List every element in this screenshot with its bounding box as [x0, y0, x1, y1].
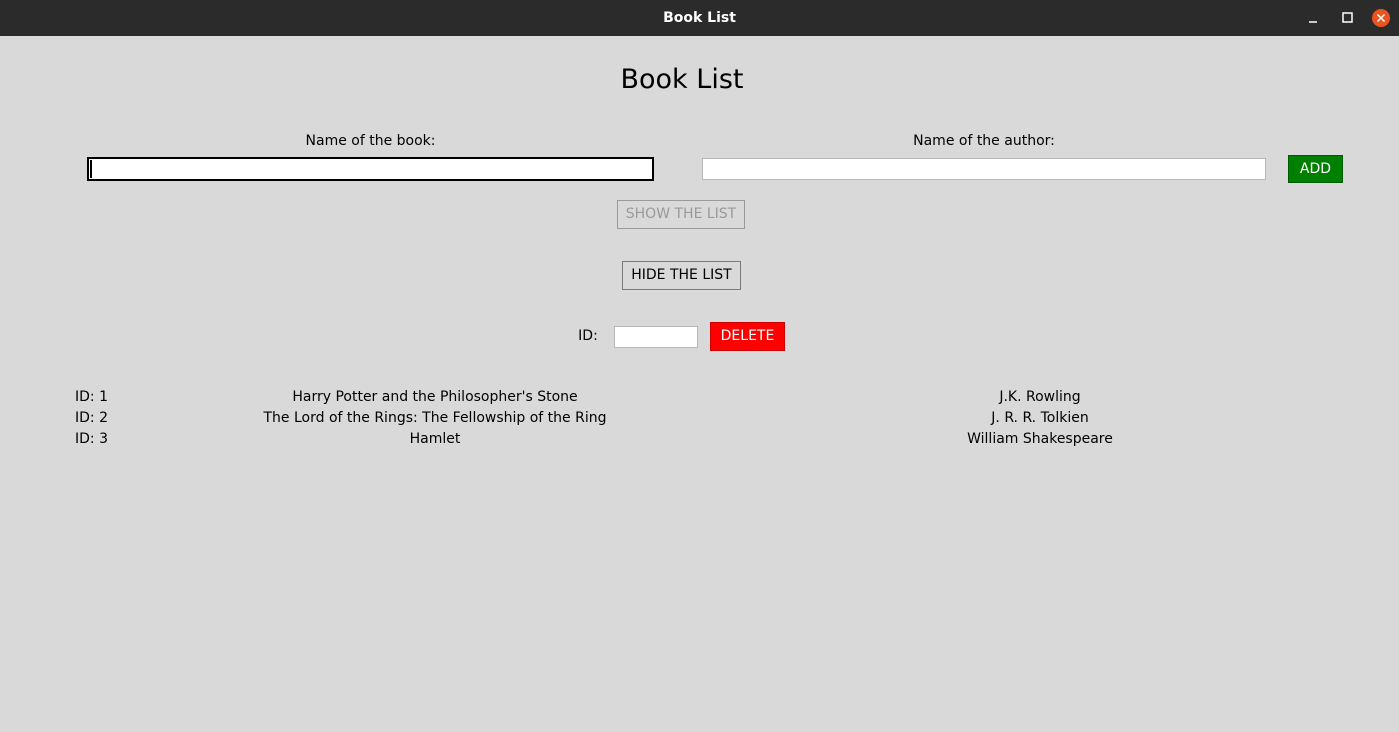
maximize-icon — [1342, 12, 1353, 23]
app-window: Book List Book List Name of the book: Na… — [0, 0, 1399, 732]
id-label: ID: — [578, 328, 598, 344]
hide-list-button[interactable]: HIDE THE LIST — [622, 261, 741, 290]
close-button[interactable] — [1370, 7, 1392, 29]
book-id: ID: 1 — [75, 389, 108, 405]
title-bar[interactable]: Book List — [0, 0, 1399, 36]
text-cursor — [90, 160, 92, 178]
book-title: The Lord of the Rings: The Fellowship of… — [263, 410, 607, 426]
author-name-input[interactable] — [702, 158, 1266, 180]
page-title: Book List — [620, 64, 744, 95]
book-author: J. R. R. Tolkien — [991, 410, 1089, 426]
author-name-label: Name of the author: — [913, 133, 1055, 149]
delete-button[interactable]: DELETE — [710, 322, 785, 351]
show-list-button[interactable]: SHOW THE LIST — [617, 200, 745, 229]
window-title: Book List — [663, 10, 736, 26]
minimize-icon — [1309, 21, 1317, 23]
book-title: Harry Potter and the Philosopher's Stone — [292, 389, 578, 405]
book-author: J.K. Rowling — [999, 389, 1081, 405]
book-name-label: Name of the book: — [305, 133, 436, 149]
book-id: ID: 3 — [75, 431, 108, 447]
book-author: William Shakespeare — [967, 431, 1113, 447]
id-input[interactable] — [614, 326, 698, 348]
add-button[interactable]: ADD — [1288, 155, 1343, 183]
book-title: Hamlet — [409, 431, 461, 447]
book-name-input[interactable] — [87, 157, 654, 181]
minimize-button[interactable] — [1302, 7, 1324, 29]
maximize-button[interactable] — [1336, 7, 1358, 29]
close-icon — [1372, 9, 1390, 27]
book-id: ID: 2 — [75, 410, 108, 426]
